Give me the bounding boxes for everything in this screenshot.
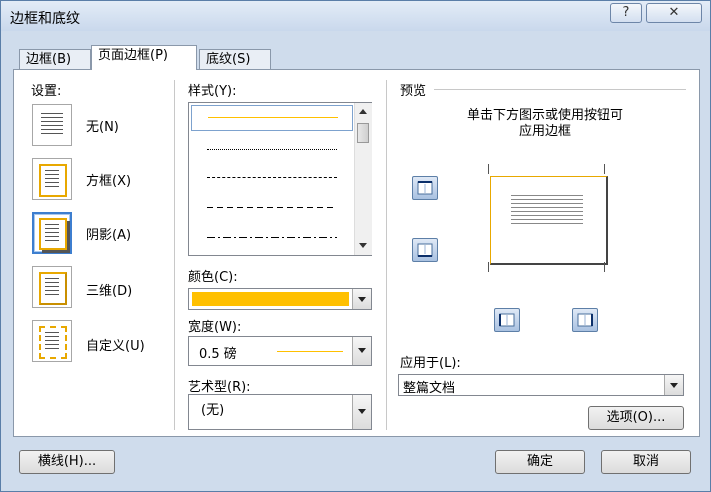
style-item-dashed[interactable]	[207, 177, 337, 178]
style-listbox[interactable]	[188, 102, 372, 256]
color-combo[interactable]	[188, 288, 372, 310]
horizontal-line-button[interactable]: 横线(H)...	[19, 450, 115, 474]
corner-mark	[604, 262, 605, 272]
scroll-up-icon[interactable]	[359, 109, 367, 114]
art-combo[interactable]: (无)	[188, 394, 372, 430]
preview-hint-2: 应用边框	[518, 124, 571, 139]
close-button[interactable]: ✕	[646, 3, 702, 23]
setting-shadow-icon[interactable]	[32, 212, 72, 254]
setting-shadow-label[interactable]: 阴影(A)	[86, 224, 131, 243]
setting-3d-icon[interactable]	[32, 266, 72, 308]
color-label: 颜色(C):	[188, 270, 238, 285]
right-border-icon	[577, 313, 593, 327]
width-dropdown-button[interactable]	[352, 337, 371, 365]
preview-header-rule	[434, 89, 686, 90]
corner-mark	[488, 164, 489, 174]
corner-mark	[604, 164, 605, 174]
right-border-button[interactable]	[572, 308, 598, 332]
style-header: 样式(Y):	[188, 84, 237, 99]
tab-page-border[interactable]: 页面边框(P)	[91, 45, 197, 70]
setting-3d-label[interactable]: 三维(D)	[86, 280, 132, 299]
options-button[interactable]: 选项(O)...	[588, 406, 684, 430]
tab-panel: 设置: 无(N) 方框(X) 阴影(A) 三维(D) 自定义(U) 样式(Y):	[13, 69, 700, 437]
top-border-icon	[417, 181, 433, 195]
borders-and-shading-dialog: 边框和底纹 ? ✕ 边框(B) 页面边框(P) 底纹(S) 设置: 无(N) 方…	[0, 0, 711, 492]
color-dropdown-button[interactable]	[352, 289, 371, 309]
cancel-button[interactable]: 取消	[601, 450, 691, 474]
chevron-down-icon	[358, 409, 366, 414]
tab-shading[interactable]: 底纹(S)	[199, 49, 271, 69]
bottom-border-icon	[417, 243, 433, 257]
tab-borders[interactable]: 边框(B)	[19, 49, 91, 69]
bottom-border-button[interactable]	[412, 238, 438, 262]
help-button[interactable]: ?	[610, 3, 642, 23]
style-item-selected[interactable]	[191, 105, 353, 131]
setting-box-icon[interactable]	[32, 158, 72, 200]
style-item-dotted[interactable]	[207, 149, 337, 150]
setting-none-label[interactable]: 无(N)	[86, 116, 119, 135]
color-swatch	[192, 292, 349, 306]
art-label: 艺术型(R):	[188, 380, 251, 395]
setting-none-icon[interactable]	[32, 104, 72, 146]
apply-to-value: 整篇文档	[403, 381, 456, 396]
chevron-down-icon	[670, 383, 678, 388]
settings-header: 设置:	[31, 84, 62, 99]
art-value: (无)	[201, 403, 225, 418]
style-scrollbar[interactable]	[354, 103, 372, 255]
preview-page[interactable]	[490, 176, 608, 265]
ok-button[interactable]: 确定	[495, 450, 585, 474]
width-combo[interactable]: 0.5 磅	[188, 336, 372, 366]
setting-custom-label[interactable]: 自定义(U)	[86, 335, 145, 354]
corner-mark	[488, 262, 489, 272]
chevron-down-icon	[358, 297, 366, 302]
dialog-title: 边框和底纹	[10, 11, 80, 27]
width-label: 宽度(W):	[188, 320, 242, 335]
width-value: 0.5 磅	[199, 347, 237, 362]
title-bar: 边框和底纹 ? ✕	[1, 1, 710, 31]
width-sample-line	[277, 351, 343, 352]
left-border-button[interactable]	[494, 308, 520, 332]
preview-header: 预览	[400, 84, 427, 99]
column-divider	[174, 80, 175, 430]
chevron-down-icon	[358, 348, 366, 353]
setting-box-label[interactable]: 方框(X)	[86, 170, 131, 189]
top-border-button[interactable]	[412, 176, 438, 200]
left-border-icon	[499, 313, 515, 327]
apply-to-label: 应用于(L):	[400, 356, 461, 371]
apply-to-dropdown-button[interactable]	[664, 375, 683, 395]
apply-to-combo[interactable]: 整篇文档	[398, 374, 684, 396]
style-item-long-dash-line	[207, 207, 337, 208]
setting-custom-icon[interactable]	[32, 320, 72, 362]
scroll-down-icon[interactable]	[359, 243, 367, 248]
scroll-thumb[interactable]	[357, 123, 369, 143]
art-dropdown-button[interactable]	[352, 395, 371, 429]
style-item-dash-dot[interactable]	[207, 237, 337, 238]
column-divider-2	[386, 80, 387, 430]
